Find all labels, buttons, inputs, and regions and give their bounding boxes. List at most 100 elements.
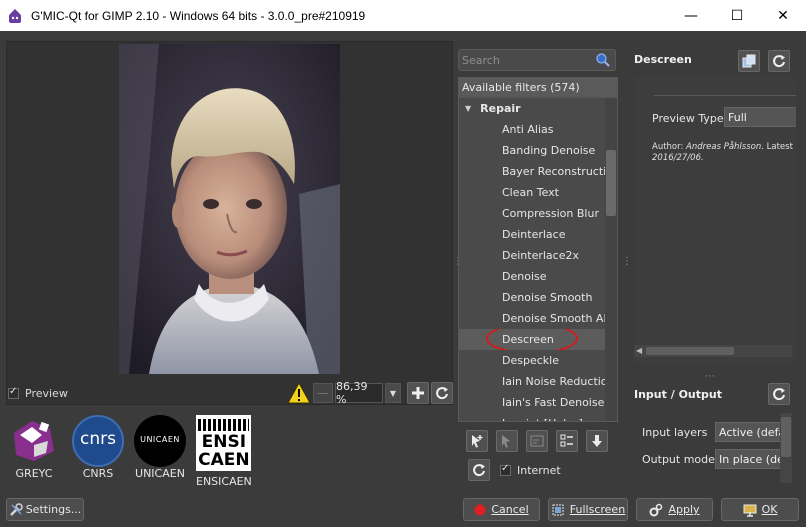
filter-item[interactable]: Denoise Smooth Alt (459, 308, 605, 329)
remove-favorite-button[interactable] (496, 430, 518, 452)
output-mode-select[interactable]: In place (default) (715, 449, 787, 469)
author-name: Andreas Påhlsson (686, 142, 762, 152)
scroll-left-icon[interactable]: ◀ (636, 346, 642, 355)
filters-tree[interactable]: Available filters (574) ▼ Repair Anti Al… (458, 77, 618, 422)
zoom-dropdown-button[interactable]: ▼ (385, 383, 401, 403)
filter-item[interactable]: Denoise (459, 266, 605, 287)
minimize-button[interactable]: — (668, 0, 714, 31)
collapse-triangle-icon[interactable]: ▼ (465, 104, 471, 113)
settings-button[interactable]: Settings... (6, 498, 84, 521)
copy-to-clipboard-button[interactable] (738, 50, 760, 72)
zoom-in-button[interactable] (407, 382, 429, 404)
ensicaen-logo-icon: ENSI CAEN (196, 415, 252, 471)
preview-toggle[interactable]: Preview (8, 386, 68, 400)
select-visible-filters-button[interactable] (556, 430, 578, 452)
category-label: Repair (480, 102, 521, 115)
list-checkbox-icon (560, 434, 573, 447)
input-layers-label: Input layers (642, 425, 708, 439)
filters-scrollbar-thumb[interactable] (606, 150, 616, 216)
splitter-handle-horizontal[interactable]: ⋯ (705, 371, 715, 382)
rename-favorite-button[interactable] (526, 430, 548, 452)
splitter-handle-right[interactable]: ⋮ (622, 256, 632, 267)
filter-item[interactable]: Iain Noise Reduction 2 (459, 371, 605, 392)
filter-tools (466, 430, 608, 452)
preview-checkbox[interactable] (8, 386, 19, 399)
expand-collapse-button[interactable] (586, 430, 608, 452)
filter-item[interactable]: Compression Blur (459, 203, 605, 224)
internet-label: Internet (517, 463, 561, 477)
zoom-out-button[interactable]: — (313, 383, 333, 403)
reset-input-output-button[interactable] (768, 383, 790, 405)
filter-item[interactable]: Inpaint [Holes] (459, 413, 605, 421)
tools-icon (9, 502, 23, 516)
apply-button[interactable]: Apply (636, 498, 713, 521)
cancel-button[interactable]: Cancel (463, 498, 540, 521)
preview-area[interactable] (6, 41, 453, 405)
filter-item[interactable]: Deinterlace2x (459, 245, 605, 266)
fullscreen-button[interactable]: Fullscreen (548, 498, 628, 521)
filters-header: Available filters (574) (459, 78, 617, 98)
main-area: Preview — 86,39 % ▼ GREYC (0, 31, 806, 527)
greyc-logo-icon (14, 421, 54, 461)
filter-item-selected[interactable]: Descreen (459, 329, 605, 350)
cnrs-logo-text: cnrs (80, 429, 116, 449)
filter-item[interactable]: Denoise Smooth (459, 287, 605, 308)
zoom-input[interactable]: 86,39 % (335, 380, 383, 406)
filter-parameters-panel: Preview Type Full Author: Andreas Påhlss… (634, 77, 796, 363)
greyc-logo[interactable]: GREYC (10, 415, 58, 480)
filter-update-row: Internet (468, 459, 561, 481)
author-suffix: . Latest (761, 142, 793, 152)
refresh-icon (773, 55, 785, 68)
preview-type-select[interactable]: Full (724, 107, 796, 127)
ensicaen-logo[interactable]: ENSI CAEN ENSICAEN (196, 415, 252, 488)
greyc-label: GREYC (15, 467, 53, 480)
input-output-title: Input / Output (634, 388, 722, 401)
arrow-down-icon (592, 435, 602, 447)
filter-item[interactable]: Banding Denoise (459, 140, 605, 161)
internet-toggle[interactable]: Internet (500, 463, 561, 477)
params-horizontal-scrollbar[interactable]: ◀ (634, 345, 792, 357)
selection-highlight-ellipse (486, 329, 578, 350)
output-mode-label: Output mode (642, 452, 715, 466)
filter-item[interactable]: Anti Alias (459, 119, 605, 140)
unicaen-label: UNICAEN (135, 467, 185, 480)
filter-item[interactable]: Bayer Reconstruction (459, 161, 605, 182)
filter-item[interactable]: Deinterlace (459, 224, 605, 245)
ok-icon (743, 504, 757, 517)
fullscreen-label: Fullscreen (569, 503, 626, 516)
io-scrollbar[interactable] (780, 413, 792, 483)
io-scrollbar-thumb[interactable] (781, 417, 791, 457)
filter-item[interactable]: Iain's Fast Denoise (459, 392, 605, 413)
unicaen-logo[interactable]: UNICAEN UNICAEN (134, 415, 186, 480)
input-layers-select[interactable]: Active (default) (715, 422, 787, 442)
window-title: G'MIC-Qt for GIMP 2.10 - Windows 64 bits… (31, 8, 366, 23)
reset-parameters-button[interactable] (768, 50, 790, 72)
filter-item[interactable]: Clean Text (459, 182, 605, 203)
close-button[interactable]: ✕ (760, 0, 806, 31)
add-favorite-icon (472, 435, 483, 448)
ensicaen-label: ENSICAEN (196, 475, 252, 488)
unicaen-logo-text: UNICAEN (140, 435, 180, 444)
settings-label: Settings... (25, 503, 82, 516)
maximize-button[interactable]: ☐ (714, 0, 760, 31)
author-prefix: Author: (652, 142, 687, 152)
search-placeholder: Search (462, 53, 500, 67)
internet-checkbox[interactable] (500, 463, 511, 476)
plus-icon (412, 387, 424, 399)
apply-label: Apply (668, 503, 700, 516)
copy-icon (742, 54, 756, 68)
cnrs-logo[interactable]: cnrs CNRS (72, 415, 124, 480)
ok-button[interactable]: OK (721, 498, 799, 521)
search-icon (595, 52, 611, 71)
cancel-icon (474, 504, 486, 515)
update-filters-button[interactable] (468, 459, 490, 481)
reset-zoom-button[interactable] (431, 382, 453, 404)
category-repair[interactable]: ▼ Repair (459, 98, 617, 119)
filter-item[interactable]: Despeckle (459, 350, 605, 371)
filters-scrollbar[interactable] (605, 98, 617, 421)
add-favorite-button[interactable] (466, 430, 488, 452)
search-input[interactable]: Search (458, 49, 616, 71)
preview-image[interactable] (119, 44, 340, 374)
preview-label: Preview (25, 387, 68, 400)
params-scrollbar-thumb[interactable] (646, 347, 734, 355)
